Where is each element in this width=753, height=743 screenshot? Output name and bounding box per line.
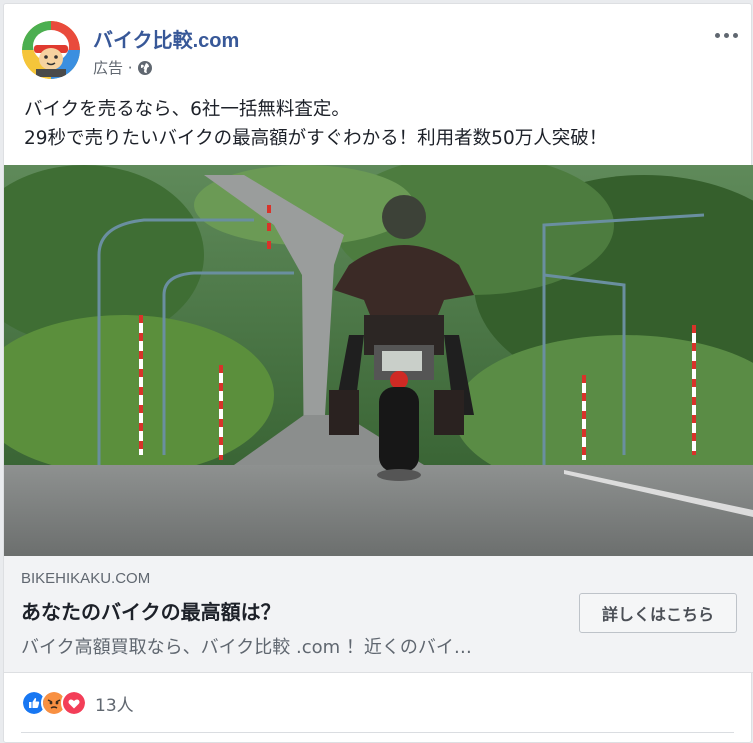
ellipsis-icon — [714, 32, 720, 38]
ad-post-card: バイク比較.com 広告 · バイクを売るなら、6社一括無料査定。 29秒で売り… — [3, 3, 753, 743]
post-message: バイクを売るなら、6社一括無料査定。 29秒で売りたいバイクの最高額がすぐわかる… — [24, 95, 734, 153]
post-message-line: 29秒で売りたいバイクの最高額がすぐわかる！利用者数50万人突破！ — [24, 128, 608, 149]
page-avatar[interactable] — [22, 21, 80, 79]
reactions-summary[interactable]: 13人 — [21, 690, 134, 716]
divider — [21, 732, 734, 733]
link-description: バイク高額買取なら、バイク比較 .com ！近くのバイ… — [21, 637, 472, 658]
reaction-count[interactable]: 13人 — [95, 691, 134, 716]
ad-photo[interactable] — [4, 165, 753, 556]
globe-icon[interactable] — [137, 60, 153, 76]
link-headline[interactable]: あなたのバイクの最高額は？ — [21, 596, 281, 625]
sponsored-label[interactable]: 広告 · — [93, 57, 133, 78]
love-icon — [61, 690, 87, 716]
post-meta: 広告 · — [93, 57, 153, 78]
post-message-line: バイクを売るなら、6社一括無料査定。 — [24, 99, 350, 120]
more-options-button[interactable] — [712, 27, 740, 43]
learn-more-button[interactable]: 詳しくはこちら — [579, 593, 737, 633]
link-domain: BIKEHIKAKU.COM — [21, 570, 151, 587]
link-preview[interactable]: BIKEHIKAKU.COM あなたのバイクの最高額は？ バイク高額買取なら、バ… — [4, 556, 753, 673]
page-name-link[interactable]: バイク比較.com — [93, 24, 239, 53]
